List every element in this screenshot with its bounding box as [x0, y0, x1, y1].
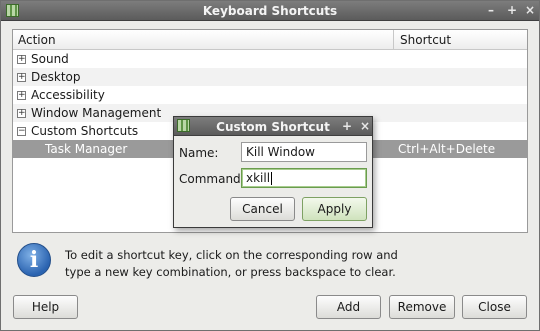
text-cursor	[271, 172, 273, 185]
info-message-line: type a new key combination, or press bac…	[65, 265, 396, 279]
apply-button-label: Apply	[317, 202, 352, 216]
window-title: Keyboard Shortcuts	[202, 4, 338, 18]
add-button-label: Add	[336, 300, 361, 314]
command-label: Command:	[179, 172, 245, 186]
close-button[interactable]: Close	[462, 295, 527, 319]
help-button-label: Help	[31, 300, 60, 314]
expand-icon[interactable]: +	[17, 55, 26, 64]
name-field[interactable]: Kill Window	[241, 142, 367, 162]
close-icon[interactable]: ×	[525, 3, 535, 17]
remove-button-label: Remove	[397, 300, 447, 314]
row-label: Task Manager	[45, 142, 128, 156]
name-field-value: Kill Window	[246, 145, 315, 159]
tree-row-accessibility[interactable]: + Accessibility	[13, 86, 527, 104]
minimize-icon[interactable]: –	[488, 3, 494, 17]
row-label: Custom Shortcuts	[31, 124, 139, 138]
maximize-icon[interactable]: +	[507, 3, 517, 17]
keyboard-shortcuts-window: Keyboard Shortcuts – + × Action Shortcut…	[0, 0, 540, 331]
add-button[interactable]: Add	[316, 295, 381, 319]
tree-row-sound[interactable]: + Sound	[13, 50, 527, 68]
info-message: To edit a shortcut key, click on the cor…	[65, 247, 505, 281]
row-label: Desktop	[31, 70, 81, 84]
remove-button[interactable]: Remove	[389, 295, 455, 319]
maximize-icon[interactable]: +	[342, 119, 352, 133]
cancel-button[interactable]: Cancel	[230, 197, 295, 221]
row-label: Window Management	[31, 106, 162, 120]
close-button-label: Close	[478, 300, 511, 314]
tree-row-desktop[interactable]: + Desktop	[13, 68, 527, 86]
info-message-line: To edit a shortcut key, click on the cor…	[65, 248, 398, 262]
command-field[interactable]: xkill	[241, 168, 367, 188]
custom-shortcut-dialog: Custom Shortcut + × Name: Kill Window Co…	[173, 116, 373, 228]
cancel-button-label: Cancel	[242, 202, 283, 216]
info-icon: i	[17, 243, 51, 277]
expand-icon[interactable]: +	[17, 73, 26, 82]
apply-button[interactable]: Apply	[302, 197, 367, 221]
help-button[interactable]: Help	[13, 295, 78, 319]
dialog-title-bar[interactable]: Custom Shortcut + ×	[174, 117, 372, 136]
command-field-value: xkill	[246, 171, 271, 185]
expand-icon[interactable]: +	[17, 109, 26, 118]
collapse-icon[interactable]: −	[17, 127, 26, 136]
column-header-action[interactable]: Action	[13, 30, 394, 49]
column-header-shortcut[interactable]: Shortcut	[394, 30, 527, 49]
name-label: Name:	[179, 146, 219, 160]
expand-icon[interactable]: +	[17, 91, 26, 100]
row-label: Accessibility	[31, 88, 105, 102]
tree-header: Action Shortcut	[13, 30, 527, 50]
row-shortcut: Ctrl+Alt+Delete	[398, 142, 496, 156]
title-bar[interactable]: Keyboard Shortcuts – + ×	[1, 1, 539, 21]
row-label: Sound	[31, 52, 69, 66]
close-icon[interactable]: ×	[360, 119, 370, 133]
